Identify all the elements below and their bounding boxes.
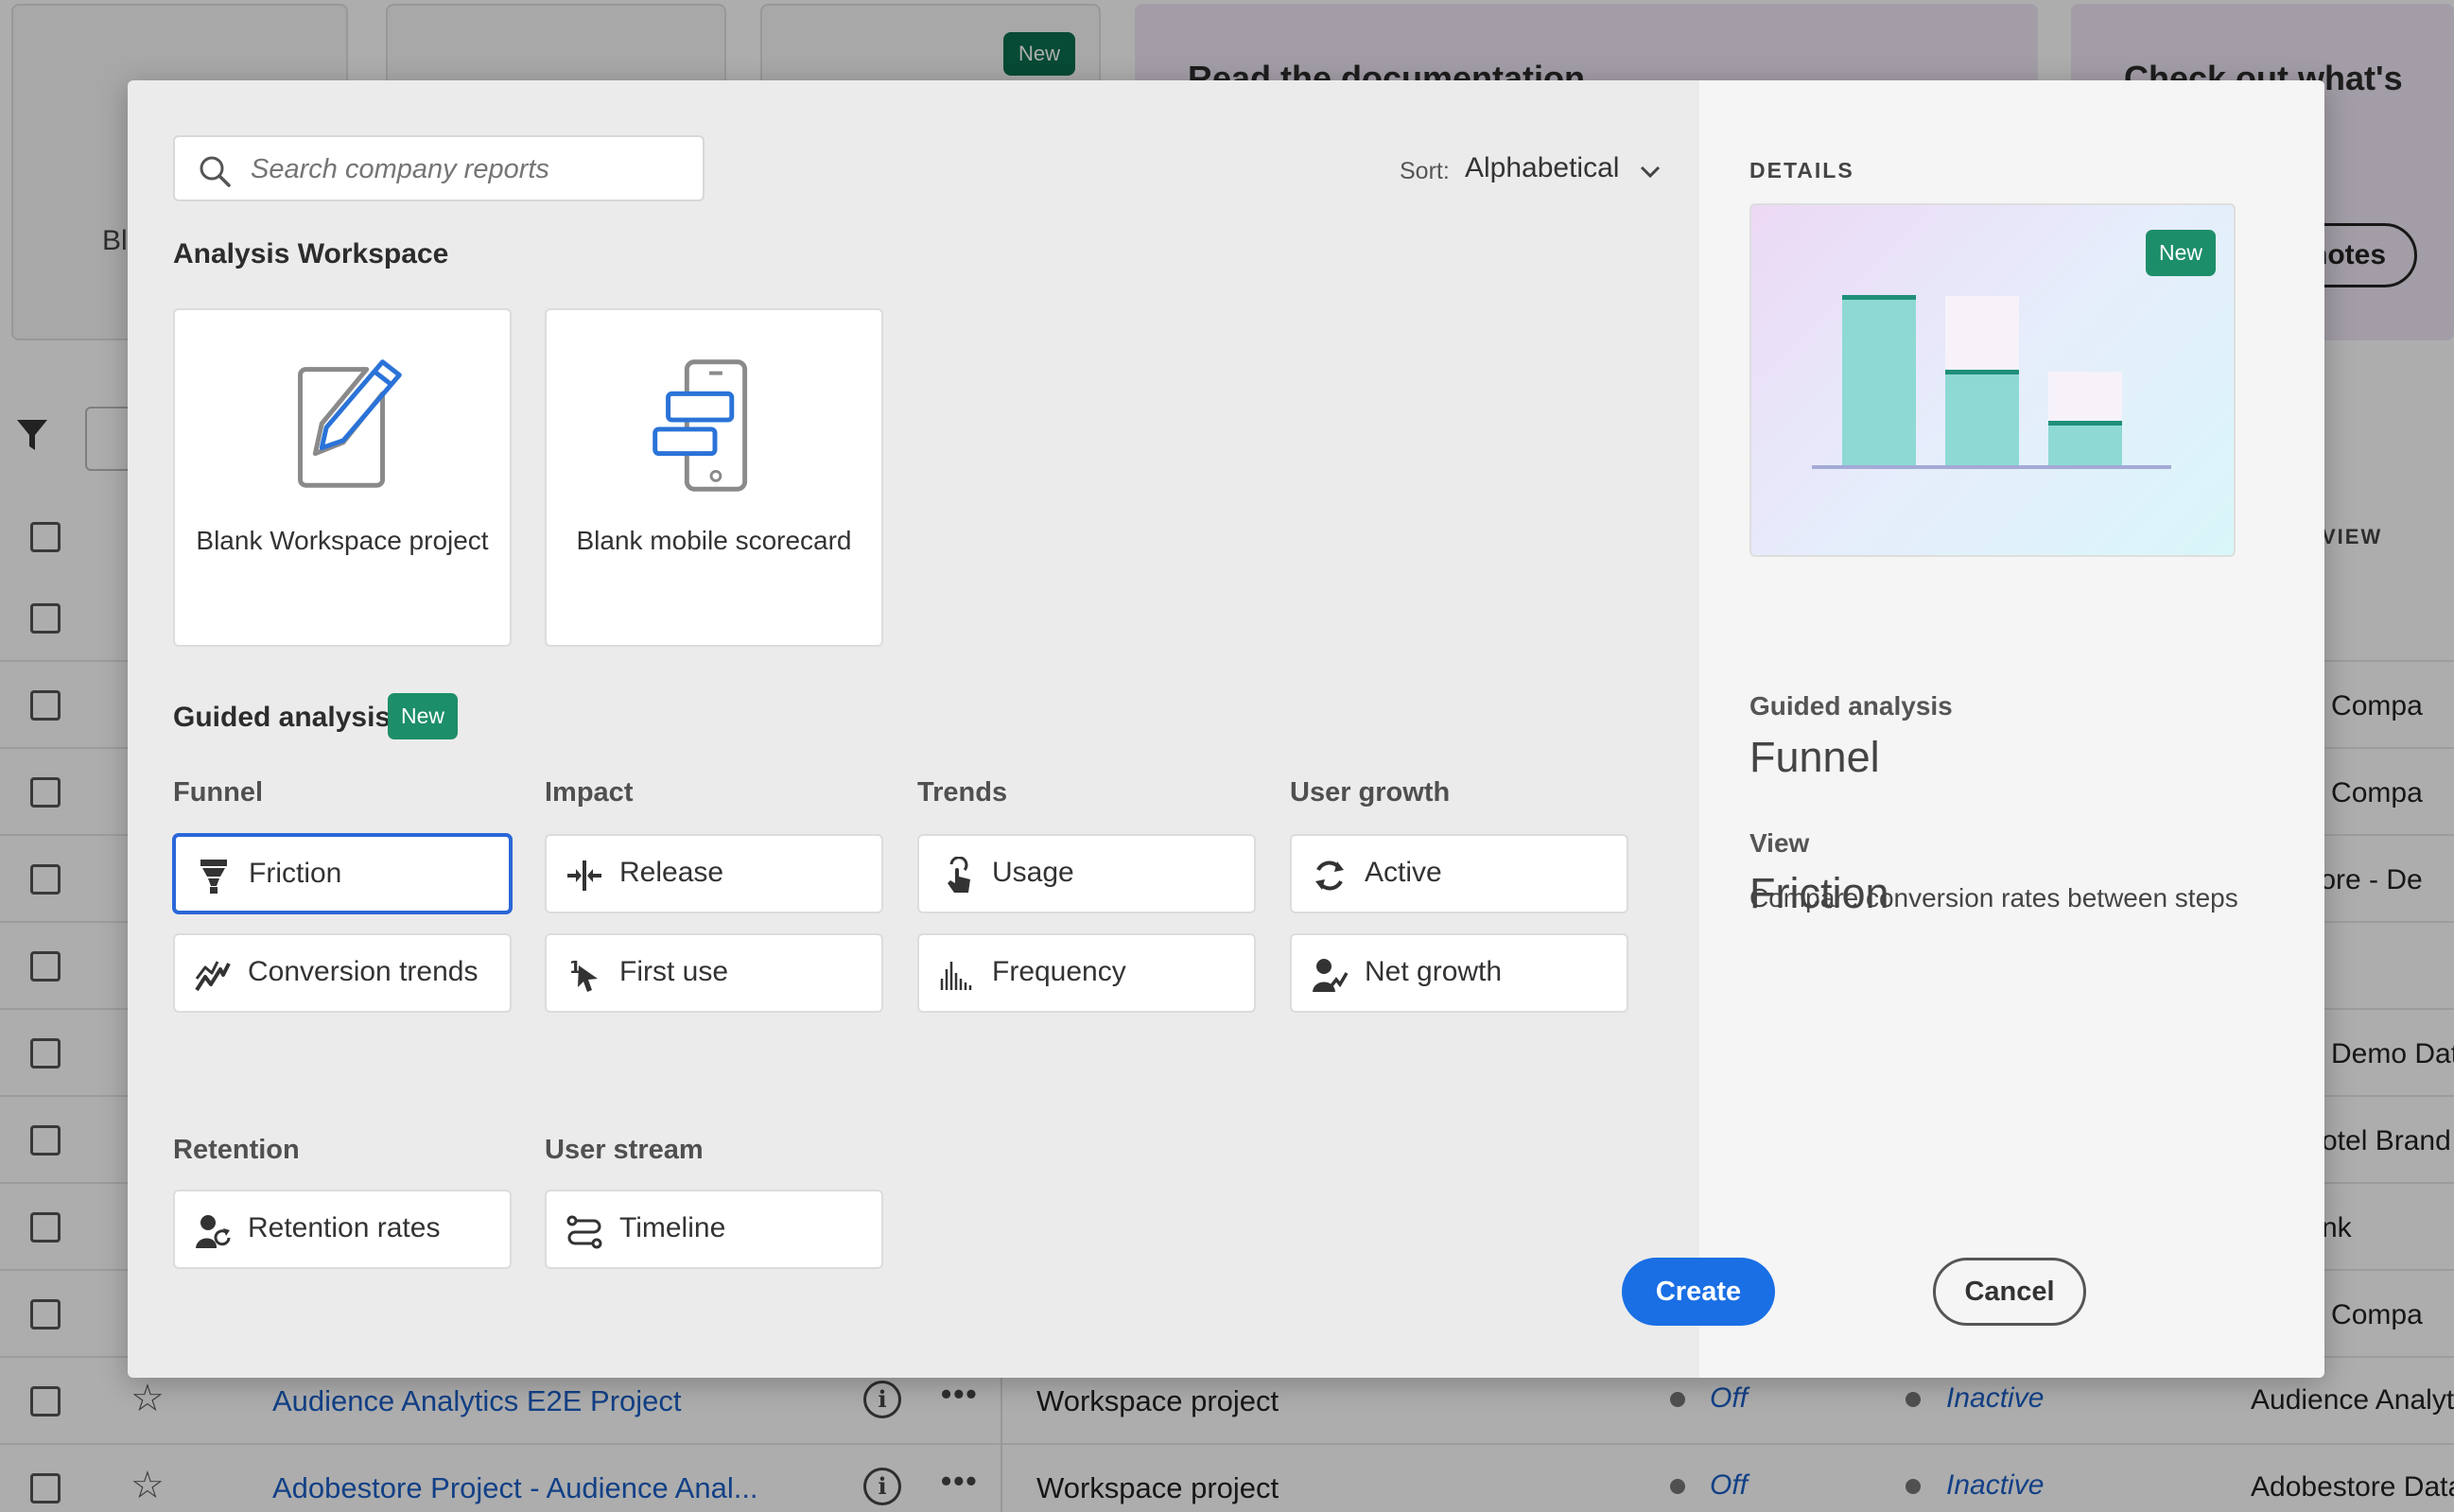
category-header-retention: Retention — [173, 1135, 300, 1165]
option-conversion-trends[interactable]: Conversion trends — [173, 933, 512, 1013]
release-icon — [567, 860, 601, 891]
option-retention-rates[interactable]: Retention rates — [173, 1190, 512, 1269]
option-label: Friction — [249, 858, 342, 889]
preview-new-badge: New — [2146, 230, 2217, 276]
option-net-growth[interactable]: Net growth — [1290, 933, 1628, 1013]
option-usage[interactable]: Usage — [917, 834, 1256, 913]
option-release[interactable]: Release — [545, 834, 883, 913]
trend-line-icon — [195, 961, 231, 992]
option-label: Net growth — [1365, 956, 1503, 987]
search-field[interactable] — [173, 135, 705, 201]
analysis-workspace-title: Analysis Workspace — [173, 238, 449, 269]
option-label: Usage — [992, 857, 1074, 888]
histogram-icon — [940, 962, 972, 990]
details-category-label: Guided analysis — [1749, 691, 1953, 721]
pencil-document-icon — [298, 359, 402, 488]
details-title: DETAILS — [1749, 158, 1854, 182]
option-frequency[interactable]: Frequency — [917, 933, 1256, 1013]
category-header-impact: Impact — [545, 777, 634, 808]
sort-dropdown[interactable]: Alphabetical — [1465, 152, 1619, 184]
create-button[interactable]: Create — [1622, 1258, 1775, 1326]
category-header-user-growth: User growth — [1290, 777, 1451, 808]
option-label: First use — [619, 956, 729, 987]
funnel-icon — [200, 860, 227, 894]
chevron-down-icon[interactable] — [1638, 160, 1662, 184]
user-growth-icon — [1313, 959, 1349, 992]
option-first-use[interactable]: 1 First use — [545, 933, 883, 1013]
details-view-label: View — [1749, 828, 1810, 858]
option-label: Retention rates — [248, 1212, 441, 1243]
search-icon — [200, 156, 231, 187]
blank-mobile-scorecard-tile[interactable]: Blank mobile scorecard — [545, 308, 883, 647]
option-label: Release — [619, 857, 724, 888]
sort-label: Sort: — [1400, 158, 1450, 184]
preview-image: New — [1749, 203, 2236, 557]
category-header-trends: Trends — [917, 777, 1008, 808]
search-input[interactable] — [251, 148, 686, 190]
tile-label: Blank mobile scorecard — [576, 526, 852, 555]
cancel-button[interactable]: Cancel — [1933, 1258, 2086, 1326]
first-use-icon: 1 — [569, 958, 598, 992]
tile-label: Blank Workspace project — [196, 526, 489, 555]
details-pane: DETAILS New Guided analysis Funnel View … — [1699, 80, 2324, 1378]
category-header-funnel: Funnel — [173, 777, 264, 808]
blank-workspace-project-tile[interactable]: Blank Workspace project — [173, 308, 512, 647]
create-project-dialog: Sort: Alphabetical Analysis Workspace Bl… — [128, 80, 2324, 1378]
details-description: Compare conversion rates between steps — [1749, 883, 2238, 912]
details-category-value: Funnel — [1749, 733, 1880, 781]
option-label: Active — [1365, 857, 1442, 888]
option-label: Conversion trends — [248, 956, 479, 987]
user-refresh-icon — [196, 1215, 231, 1248]
new-badge: New — [388, 693, 459, 739]
dialog-left-pane: Sort: Alphabetical Analysis Workspace Bl… — [128, 80, 1699, 1378]
option-timeline[interactable]: Timeline — [545, 1190, 883, 1269]
option-label: Frequency — [992, 956, 1126, 987]
option-friction[interactable]: Friction — [173, 834, 512, 913]
guided-analysis-title: Guided analysis — [173, 702, 392, 733]
touch-icon — [948, 857, 970, 893]
option-active[interactable]: Active — [1290, 834, 1628, 913]
refresh-icon — [1315, 860, 1344, 891]
category-header-user-stream: User stream — [545, 1135, 704, 1165]
option-label: Timeline — [619, 1212, 726, 1243]
timeline-icon — [566, 1215, 602, 1249]
mobile-scorecard-icon — [653, 359, 748, 492]
